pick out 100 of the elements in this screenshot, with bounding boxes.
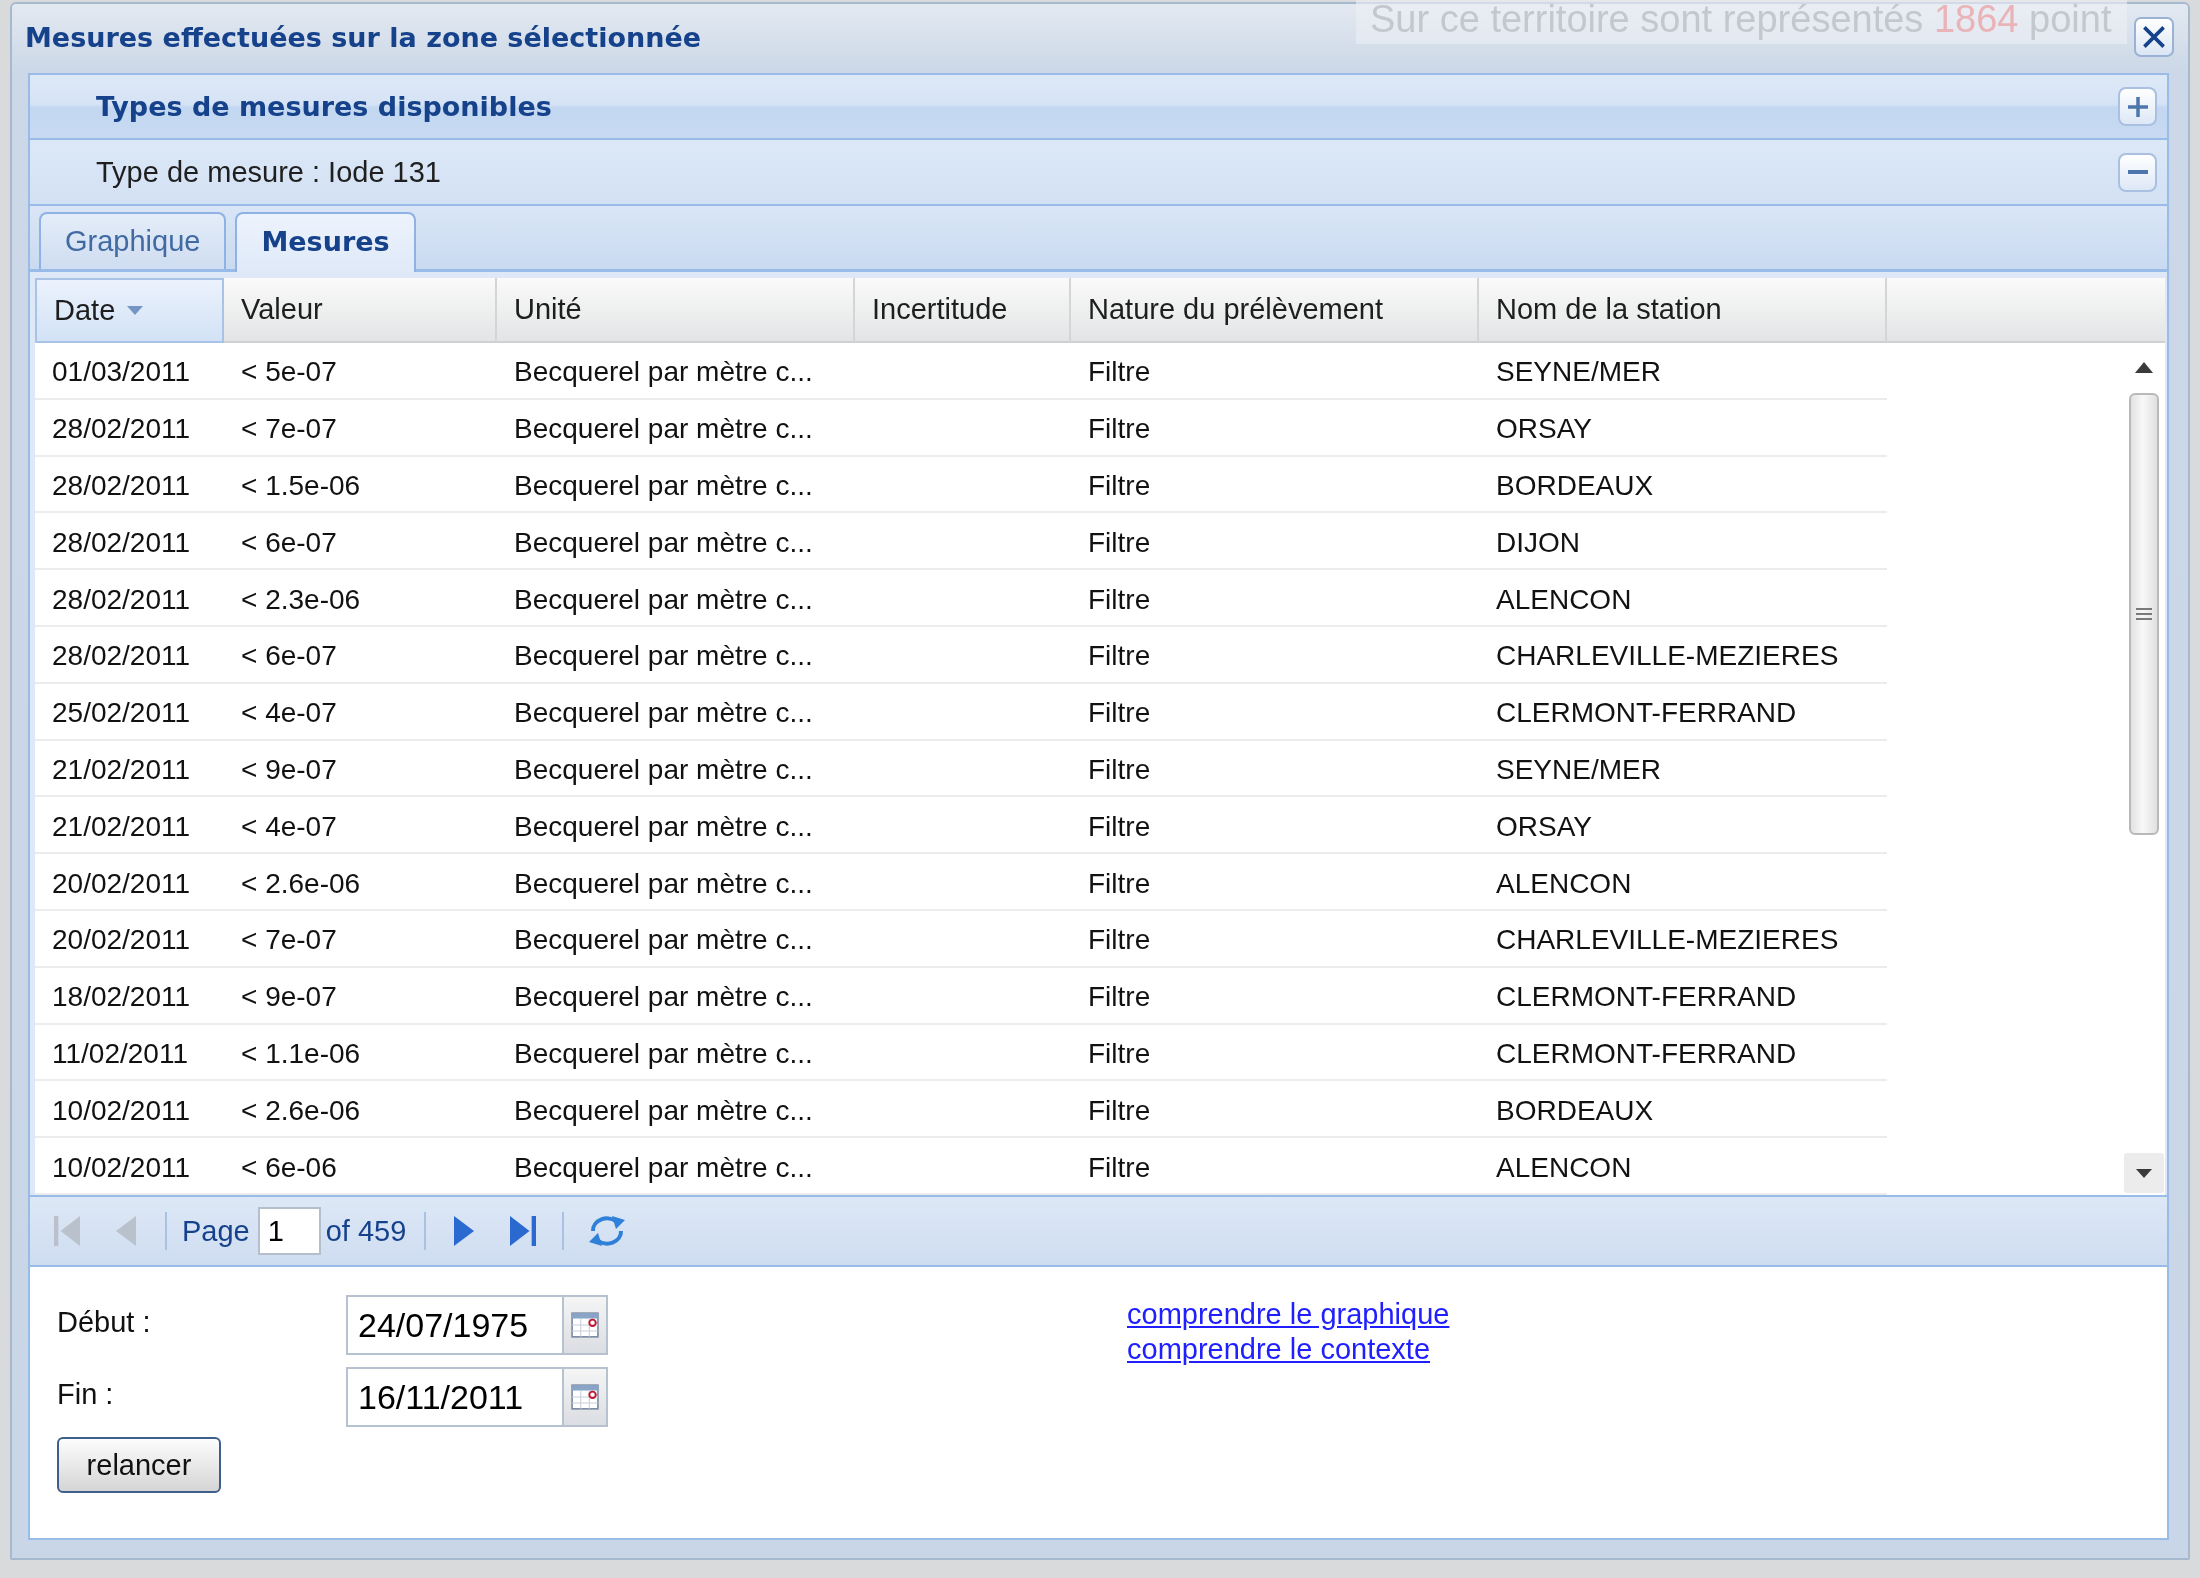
table-cell-text: Filtre [1087,752,1152,787]
field-label: Début : [57,1305,151,1339]
column-header[interactable]: Date [35,278,224,343]
collapse-button[interactable] [2118,152,2157,192]
table-cell-text: Filtre [1087,469,1152,503]
skip-to-end-icon[interactable] [510,1216,537,1246]
triangle-right-icon[interactable] [454,1216,475,1246]
close-button[interactable] [2134,17,2174,57]
table-cell-text: < 6e-07 [240,525,338,560]
table-cell-text: Filtre [1087,980,1152,1015]
date-input[interactable]: 24/07/1975 [346,1295,562,1355]
column-header[interactable]: Nature du prélèvement [1071,278,1479,343]
table-cell-text: 28/02/2011 [51,582,192,617]
calendar-icon [571,1384,599,1410]
table-cell-text: DIJON [1495,525,1581,560]
table-cell-text: CHARLEVILLE-MEZIERES [1495,923,1840,958]
table-cell-text: 20/02/2011 [51,923,192,958]
table-cell-text: 10/02/2011 [51,1093,192,1128]
table-cell-text: CLERMONT-FERRAND [1495,980,1798,1015]
table-cell-text: Becquerel par mètre c... [513,866,814,901]
column-header[interactable]: Nom de la station [1479,278,1887,343]
expand-button[interactable] [2118,87,2157,126]
table-cell-text: < 1.1e-06 [240,1036,362,1071]
close-icon [2143,26,2165,48]
table-cell-text: CHARLEVILLE-MEZIERES [1495,639,1840,674]
table-cell-text: Becquerel par mètre c... [513,752,814,787]
table-cell-text: < 4e-07 [240,696,338,731]
table-cell-text: Becquerel par mètre c... [513,1036,814,1071]
table-cell-text: Filtre [1087,639,1152,674]
table-cell-text: < 7e-07 [240,923,338,958]
tab[interactable]: Graphique [39,212,227,269]
page-label: Page [182,1214,250,1248]
table-cell-text: Becquerel par mètre c... [513,923,814,958]
field-label: Fin : [57,1377,114,1411]
table-cell-text: < 9e-07 [240,752,338,787]
table-cell-text: Filtre [1087,1150,1152,1185]
table-cell-text: Filtre [1087,923,1152,958]
table-cell-text: SEYNE/MER [1495,355,1662,390]
table-cell-text: 21/02/2011 [51,752,192,787]
table-cell-text: Becquerel par mètre c... [513,1093,814,1128]
table-cell-text: Becquerel par mètre c... [513,525,814,560]
help-link[interactable]: comprendre le graphique [1127,1297,1450,1332]
rerun-button[interactable]: relancer [57,1437,221,1493]
calendar-icon [571,1312,599,1338]
table-cell-text: BORDEAUX [1495,1093,1655,1128]
column-header[interactable]: Unité [497,278,855,343]
table-cell-text: 11/02/2011 [51,1036,189,1071]
scroll-up-icon[interactable] [2135,362,2153,373]
page-count-label: of 459 [325,1214,407,1248]
table-cell-text: Becquerel par mètre c... [513,639,814,674]
help-link[interactable]: comprendre le contexte [1127,1332,1431,1367]
table-cell-text: < 6e-07 [240,639,338,674]
grip-lines-icon [2136,608,2152,620]
table-cell-text: Becquerel par mètre c... [513,1150,814,1185]
table-cell-text: Filtre [1087,1036,1152,1071]
panel-title: Types de mesures disponibles [96,91,552,122]
table-cell-text: Becquerel par mètre c... [513,809,814,844]
minus-icon [2127,170,2148,174]
table-cell-text: 28/02/2011 [51,525,192,560]
table-cell-text: < 2.3e-06 [240,582,362,617]
table-cell-text: < 6e-06 [240,1150,338,1185]
table-cell-text: Filtre [1087,355,1152,390]
table-cell-text: 28/02/2011 [51,412,192,447]
tab[interactable]: Mesures [235,212,416,272]
table-cell-text: Filtre [1087,582,1152,617]
page-number-input[interactable]: 1 [257,1207,321,1255]
table-cell-text: 25/02/2011 [51,696,192,731]
scrollbar-thumb[interactable] [2129,393,2159,835]
column-header[interactable]: Incertitude [855,278,1071,343]
table-cell-text: Filtre [1087,809,1152,844]
table-cell-text: < 7e-07 [240,412,338,447]
calendar-button[interactable] [562,1367,608,1427]
table-cell-text: Filtre [1087,525,1152,560]
table-cell-text: CLERMONT-FERRAND [1495,696,1798,731]
scroll-down-icon[interactable] [2124,1153,2164,1193]
panel-title: Type de mesure : Iode 131 [96,155,441,189]
table-cell-text: SEYNE/MER [1495,752,1662,787]
table-cell-text: Filtre [1087,1093,1152,1128]
table-cell-text: ALENCON [1495,866,1633,901]
table-cell-text: < 1.5e-06 [240,469,362,503]
table-cell-text: 10/02/2011 [51,1150,192,1185]
table-cell-text: Filtre [1087,412,1152,447]
table-cell-text: < 5e-07 [240,355,338,390]
table-cell-text: 18/02/2011 [51,980,192,1015]
table-cell-text: CLERMONT-FERRAND [1495,1036,1798,1071]
date-input[interactable]: 16/11/2011 [346,1367,562,1427]
sort-arrow-icon [127,306,144,315]
table-cell-text: ORSAY [1495,809,1593,844]
window-title: Mesures effectuées sur la zone sélectionnée [25,21,702,53]
table-cell-text: 20/02/2011 [51,866,192,901]
table-cell-text: Filtre [1087,696,1152,731]
table-cell-text: < 2.6e-06 [240,1093,362,1128]
column-header[interactable]: Valeur [224,278,497,343]
table-cell-text: < 2.6e-06 [240,866,362,901]
refresh-icon[interactable] [588,1214,627,1248]
table-cell-text: Becquerel par mètre c... [513,696,814,731]
calendar-button[interactable] [562,1295,608,1355]
table-cell-text: ALENCON [1495,1150,1633,1185]
table-cell-text: < 9e-07 [240,980,338,1015]
table-cell-text: Becquerel par mètre c... [513,980,814,1015]
